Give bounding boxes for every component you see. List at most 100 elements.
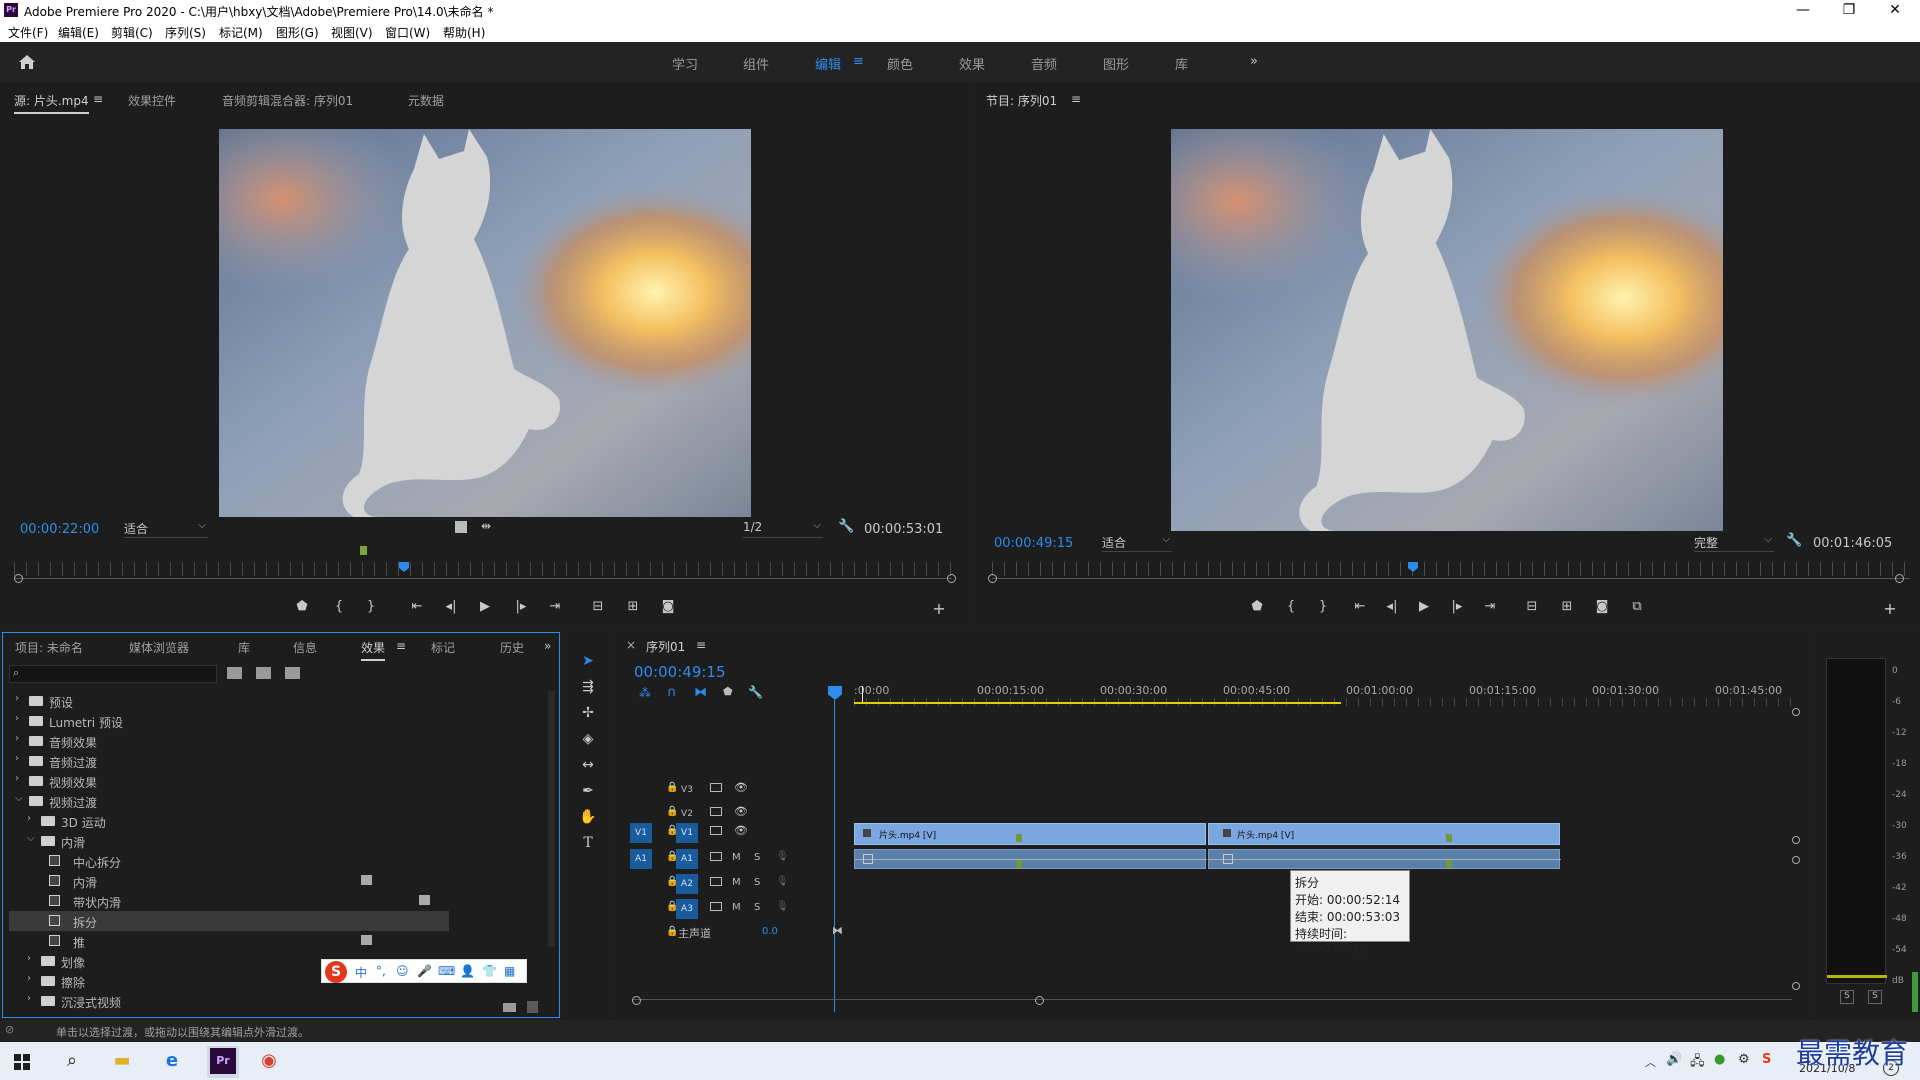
audio-clip[interactable] bbox=[854, 849, 1207, 869]
audio-volume-line[interactable] bbox=[855, 859, 1207, 860]
tab-menu-icon[interactable]: ≡ bbox=[1071, 92, 1081, 106]
effects-folder[interactable]: ⌵ 内滑 bbox=[9, 831, 449, 851]
zoom-handle-right[interactable] bbox=[1895, 574, 1904, 583]
clip-marker[interactable] bbox=[1016, 860, 1022, 868]
button-editor-icon[interactable]: + bbox=[1879, 599, 1901, 618]
panel-overflow-icon[interactable]: » bbox=[544, 639, 551, 653]
chevron-right-icon[interactable]: › bbox=[27, 993, 31, 1004]
track-target-v2[interactable]: V2 bbox=[676, 804, 698, 824]
tab-sequence[interactable]: 序列01 bbox=[646, 638, 685, 655]
ime-toolbox-icon[interactable]: ▦ bbox=[504, 964, 515, 978]
linked-selection-icon[interactable]: ⧓ bbox=[694, 685, 707, 700]
clip-marker[interactable] bbox=[1016, 834, 1022, 842]
workspace-learn[interactable]: 学习 bbox=[672, 54, 698, 73]
effect-item[interactable]: 中心拆分 bbox=[9, 851, 449, 871]
ripple-edit-tool-icon[interactable]: ✢ bbox=[577, 702, 599, 724]
program-quality-dropdown[interactable]: 完整 ⌵ bbox=[1694, 534, 1774, 552]
comparison-view-icon[interactable]: ⧉ bbox=[1626, 599, 1648, 614]
step-forward-icon[interactable]: |▸ bbox=[1446, 599, 1468, 614]
menu-view[interactable]: 视图(V) bbox=[331, 24, 373, 41]
insert-icon[interactable]: ⊟ bbox=[587, 599, 609, 614]
zoom-handle-right[interactable] bbox=[1035, 996, 1044, 1005]
in-point-marker[interactable] bbox=[360, 546, 367, 555]
zoom-handle-right[interactable] bbox=[947, 574, 956, 583]
menu-marker[interactable]: 标记(M) bbox=[219, 24, 263, 41]
home-icon[interactable] bbox=[18, 54, 36, 70]
workspace-audio[interactable]: 音频 bbox=[1031, 54, 1057, 73]
master-volume-value[interactable]: 0.0 bbox=[762, 926, 778, 937]
go-to-in-icon[interactable]: ⇤ bbox=[406, 599, 428, 614]
track-target-a2[interactable]: A2 bbox=[676, 874, 698, 894]
tab-markers[interactable]: 标记 bbox=[431, 639, 455, 656]
video-clip[interactable]: 片头.mp4 [V] bbox=[1208, 823, 1560, 845]
overwrite-icon[interactable]: ⊞ bbox=[622, 599, 644, 614]
program-timecode[interactable]: 00:00:49:15 bbox=[994, 536, 1073, 551]
tab-menu-icon[interactable]: ≡ bbox=[93, 92, 103, 106]
track-select-tool-icon[interactable]: ⇶ bbox=[577, 676, 599, 698]
tab-menu-icon[interactable]: ≡ bbox=[696, 638, 706, 652]
effects-folder[interactable]: › Lumetri 预设 bbox=[9, 711, 449, 731]
effects-search-input[interactable]: ⌕ bbox=[9, 665, 217, 683]
razor-tool-icon[interactable]: ◈ bbox=[577, 728, 599, 750]
wrench-icon[interactable]: 🔧 bbox=[1786, 533, 1802, 548]
delete-icon[interactable] bbox=[527, 1001, 538, 1013]
microphone-icon[interactable]: 🎙 bbox=[776, 851, 789, 862]
menu-clip[interactable]: 剪辑(C) bbox=[111, 24, 153, 41]
track-scroll-handle[interactable] bbox=[1792, 856, 1800, 864]
chevron-right-icon[interactable]: › bbox=[15, 753, 19, 764]
windows-start-icon[interactable] bbox=[14, 1054, 30, 1070]
tab-effects[interactable]: 效果 bbox=[361, 639, 386, 661]
effects-folder[interactable]: › 音频效果 bbox=[9, 731, 449, 751]
effect-item[interactable]: 推 bbox=[9, 931, 449, 951]
audio-volume-line[interactable] bbox=[1209, 859, 1561, 860]
audio-clip[interactable] bbox=[1208, 849, 1561, 869]
step-back-icon[interactable]: ◂| bbox=[1381, 599, 1403, 614]
wrench-icon[interactable]: 🔧 bbox=[838, 519, 854, 534]
yuv-effects-icon[interactable] bbox=[285, 667, 300, 679]
ime-punctuation[interactable]: °, bbox=[376, 964, 386, 978]
track-scroll-handle[interactable] bbox=[1792, 708, 1800, 716]
slip-tool-icon[interactable]: ↔ bbox=[577, 754, 599, 776]
step-forward-icon[interactable]: |▸ bbox=[510, 599, 532, 614]
add-marker-icon[interactable]: ⬟ bbox=[723, 685, 733, 698]
tab-effect-controls[interactable]: 效果控件 bbox=[128, 92, 176, 109]
source-patch-v1[interactable]: V1 bbox=[630, 823, 652, 843]
effects-folder[interactable]: › 音频过渡 bbox=[9, 751, 449, 771]
menu-window[interactable]: 窗口(W) bbox=[385, 24, 430, 41]
solo-right-button[interactable]: S bbox=[1868, 990, 1882, 1004]
chrome-icon[interactable]: ◉ bbox=[256, 1048, 282, 1074]
microphone-icon[interactable]: 🎙 bbox=[776, 901, 789, 912]
source-time-ruler[interactable] bbox=[14, 562, 954, 576]
program-time-ruler[interactable] bbox=[992, 562, 1910, 576]
eye-icon[interactable]: 👁 bbox=[734, 805, 748, 818]
network-icon[interactable]: 🖧 bbox=[1690, 1052, 1705, 1074]
add-marker-icon[interactable]: ⬟ bbox=[1246, 599, 1268, 614]
nest-icon[interactable]: ⁂ bbox=[639, 686, 651, 700]
ime-toolbar[interactable]: S 中 °, ☺ 🎤 ⌨ 👤 👕 ▦ bbox=[321, 959, 527, 983]
ime-chinese-mode[interactable]: 中 bbox=[355, 964, 367, 981]
source-zoom-bar[interactable] bbox=[14, 578, 952, 579]
solo-button[interactable]: S bbox=[754, 902, 760, 913]
effects-folder[interactable]: › 视频效果 bbox=[9, 771, 449, 791]
sogou-ime-icon[interactable]: S bbox=[325, 961, 347, 983]
chevron-right-icon[interactable]: › bbox=[27, 813, 31, 824]
microphone-icon[interactable]: 🎙 bbox=[776, 876, 789, 887]
mark-out-icon[interactable]: } bbox=[360, 599, 382, 614]
chevron-right-icon[interactable]: › bbox=[15, 733, 19, 744]
eye-icon[interactable]: 👁 bbox=[734, 781, 748, 794]
tray-expand-icon[interactable]: ︿ bbox=[1645, 1054, 1656, 1070]
sync-lock-icon[interactable] bbox=[710, 783, 722, 792]
ime-user-icon[interactable]: 👤 bbox=[460, 964, 475, 978]
zoom-handle-left[interactable] bbox=[988, 574, 997, 583]
clip-marker[interactable] bbox=[1446, 834, 1452, 842]
button-editor-icon[interactable]: + bbox=[928, 599, 950, 618]
ime-emoji-icon[interactable]: ☺ bbox=[396, 964, 409, 978]
sync-lock-icon[interactable] bbox=[710, 807, 722, 816]
sync-lock-icon[interactable] bbox=[710, 877, 722, 886]
tab-program[interactable]: 节目: 序列01 bbox=[986, 92, 1057, 109]
timeline-settings-icon[interactable]: 🔧 bbox=[748, 685, 763, 699]
tab-media-browser[interactable]: 媒体浏览器 bbox=[129, 639, 189, 656]
workspace-libraries[interactable]: 库 bbox=[1175, 54, 1188, 73]
close-tab-icon[interactable]: × bbox=[626, 638, 636, 652]
search-icon[interactable]: ⌕ bbox=[59, 1048, 85, 1074]
